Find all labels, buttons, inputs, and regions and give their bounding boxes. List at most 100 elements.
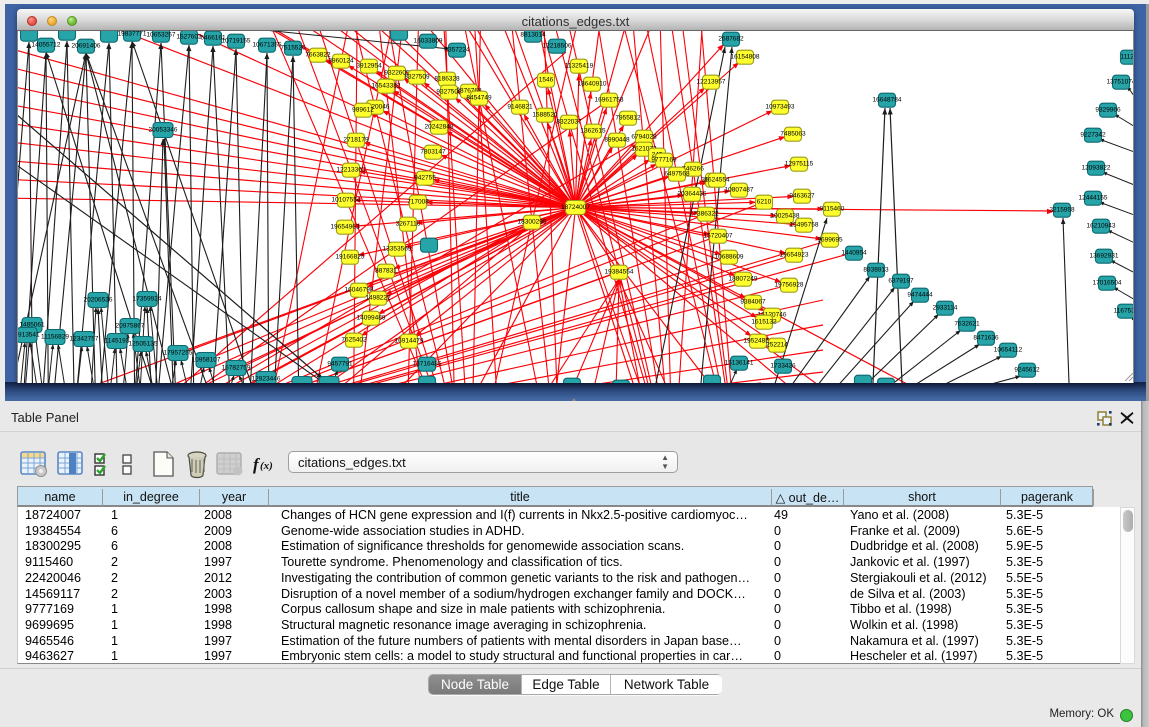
svg-text:10107554: 10107554 xyxy=(332,196,361,203)
svg-text:8938913: 8938913 xyxy=(863,266,889,273)
svg-text:6794028: 6794028 xyxy=(631,133,657,140)
svg-text:1588520: 1588520 xyxy=(532,111,558,118)
svg-text:18640910: 18640910 xyxy=(578,80,607,87)
svg-text:8454749: 8454749 xyxy=(466,94,492,101)
svg-text:10025438: 10025438 xyxy=(771,212,800,219)
svg-text:10973493: 10973493 xyxy=(766,103,795,110)
svg-text:12342757: 12342757 xyxy=(70,335,99,342)
svg-text:16961758: 16961758 xyxy=(595,96,624,103)
svg-text:1615132: 1615132 xyxy=(751,318,777,325)
svg-text:7485063: 7485063 xyxy=(780,130,806,137)
svg-text:6210: 6210 xyxy=(757,198,772,205)
svg-text:19654923: 19654923 xyxy=(780,251,809,258)
svg-text:8471636: 8471636 xyxy=(973,334,999,341)
svg-text:9699695: 9699695 xyxy=(817,236,843,243)
svg-text:12213957: 12213957 xyxy=(697,78,726,85)
svg-text:9463627: 9463627 xyxy=(789,192,815,199)
svg-text:252214: 252214 xyxy=(766,341,788,348)
svg-text:3267110: 3267110 xyxy=(396,220,421,227)
svg-text:15720407: 15720407 xyxy=(704,232,733,239)
svg-text:12218506: 12218506 xyxy=(543,42,572,49)
svg-text:16046798: 16046798 xyxy=(345,286,374,293)
svg-text:7955812: 7955812 xyxy=(615,114,641,121)
svg-text:15495758: 15495758 xyxy=(790,221,819,228)
svg-text:887831: 887831 xyxy=(375,267,397,274)
svg-text:7386322: 7386322 xyxy=(693,210,719,217)
svg-text:1498222: 1498222 xyxy=(365,294,391,301)
svg-text:9146821: 9146821 xyxy=(507,103,533,110)
svg-text:19166825: 19166825 xyxy=(336,253,365,260)
svg-text:1167534: 1167534 xyxy=(1114,307,1134,314)
svg-text:16210943: 16210943 xyxy=(1087,222,1116,229)
svg-text:16154808: 16154808 xyxy=(731,53,760,60)
svg-text:11121: 11121 xyxy=(1120,53,1134,60)
svg-text:1362615: 1362615 xyxy=(580,127,606,134)
svg-text:13692931: 13692931 xyxy=(1090,252,1119,259)
svg-text:1546: 1546 xyxy=(539,76,554,83)
svg-text:1440954: 1440954 xyxy=(841,249,867,256)
svg-text:9777169: 9777169 xyxy=(651,156,677,163)
svg-text:717008: 717008 xyxy=(407,198,429,205)
svg-text:2687682: 2687682 xyxy=(718,35,744,42)
svg-text:7515526: 7515526 xyxy=(280,44,306,51)
svg-text:10807487: 10807487 xyxy=(725,186,754,193)
svg-text:8327509: 8327509 xyxy=(404,73,430,80)
svg-text:17016504: 17016504 xyxy=(1093,279,1122,286)
svg-text:12093822: 12093822 xyxy=(1082,164,1111,171)
svg-text:12444155: 12444155 xyxy=(1079,194,1108,201)
svg-text:10671355: 10671355 xyxy=(253,41,282,48)
svg-text:12213363: 12213363 xyxy=(337,166,366,173)
svg-text:3960124: 3960124 xyxy=(328,57,354,64)
svg-text:18807249: 18807249 xyxy=(729,275,758,282)
svg-text:18724007: 18724007 xyxy=(561,204,590,211)
svg-text:989612: 989612 xyxy=(352,106,374,113)
svg-text:10719155: 10719155 xyxy=(222,37,251,44)
svg-text:16543382: 16543382 xyxy=(372,82,401,89)
svg-text:7803147: 7803147 xyxy=(420,148,446,155)
svg-text:20691406: 20691406 xyxy=(72,42,101,49)
svg-text:2718179: 2718179 xyxy=(343,136,369,143)
svg-text:13751074: 13751074 xyxy=(1107,78,1134,85)
svg-text:16914479: 16914479 xyxy=(395,337,424,344)
svg-text:8186328: 8186328 xyxy=(434,75,460,82)
svg-text:20364436: 20364436 xyxy=(678,190,707,197)
svg-text:7663822: 7663822 xyxy=(305,51,331,58)
svg-text:9227342: 9227342 xyxy=(1080,131,1106,138)
svg-text:20242848: 20242848 xyxy=(425,123,454,130)
svg-text:19756928: 19756928 xyxy=(775,281,804,288)
svg-text:9384067: 9384067 xyxy=(740,298,766,305)
svg-text:3215958: 3215958 xyxy=(1049,206,1075,213)
svg-text:10654112: 10654112 xyxy=(994,346,1023,353)
svg-text:9115460: 9115460 xyxy=(820,205,845,212)
svg-text:9457791: 9457791 xyxy=(327,360,353,367)
svg-text:12505135: 12505135 xyxy=(129,340,158,347)
svg-text:(x): (x) xyxy=(260,460,273,472)
svg-text:14099489: 14099489 xyxy=(357,314,386,321)
svg-text:18300295: 18300295 xyxy=(518,218,547,225)
svg-text:11325419: 11325419 xyxy=(565,62,594,69)
svg-text:9474444: 9474444 xyxy=(907,291,933,298)
svg-text:9329966: 9329966 xyxy=(1095,106,1121,113)
svg-text:7357224: 7357224 xyxy=(444,46,470,53)
svg-text:16033809: 16033809 xyxy=(414,37,443,44)
svg-text:16648784: 16648784 xyxy=(873,96,902,103)
svg-text:942755: 942755 xyxy=(414,174,436,181)
svg-text:6379197: 6379197 xyxy=(888,277,914,284)
svg-text:11156829: 11156829 xyxy=(41,333,69,340)
svg-text:9245612: 9245612 xyxy=(1014,366,1040,373)
svg-text:13716485: 13716485 xyxy=(413,360,442,367)
svg-text:8990448: 8990448 xyxy=(604,136,630,143)
svg-text:3912954: 3912954 xyxy=(356,62,382,69)
svg-text:19654963: 19654963 xyxy=(331,223,360,230)
svg-text:20053346: 20053346 xyxy=(149,126,178,133)
svg-text:1624554: 1624554 xyxy=(704,176,730,183)
svg-text:20975867: 20975867 xyxy=(116,322,145,329)
svg-text:12923446: 12923446 xyxy=(252,375,281,382)
svg-text:1145193: 1145193 xyxy=(105,337,130,344)
svg-text:13353569: 13353569 xyxy=(383,245,412,252)
svg-text:8813014: 8813014 xyxy=(520,31,546,38)
svg-text:8322037: 8322037 xyxy=(556,118,582,125)
svg-text:19384554: 19384554 xyxy=(605,268,634,275)
svg-text:7632621: 7632621 xyxy=(954,320,980,327)
svg-text:1733426: 1733426 xyxy=(770,362,796,369)
